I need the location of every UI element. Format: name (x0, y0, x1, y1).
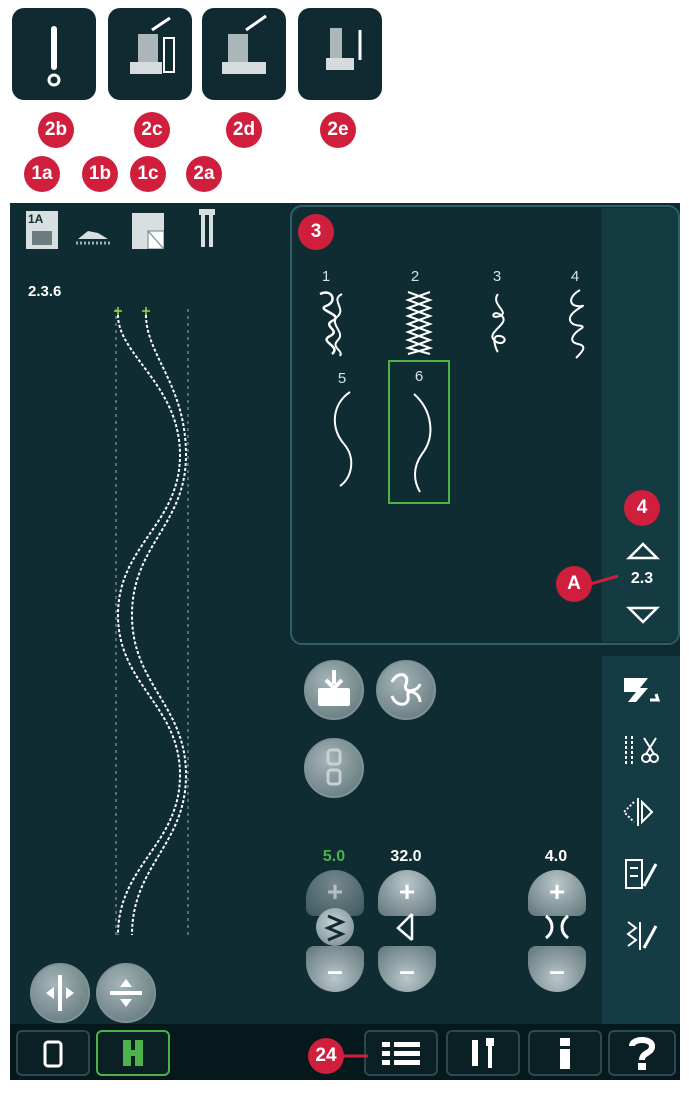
mirror-side-button[interactable] (30, 963, 90, 1023)
help-question-icon (629, 1037, 656, 1070)
stitch-creator-button[interactable] (376, 660, 436, 720)
balance-value: 4.0 (544, 848, 568, 865)
save-icon (318, 670, 350, 706)
callout-24-pointer (340, 1054, 368, 1058)
balance-minus-sign: – (549, 955, 565, 986)
tools-icon (472, 1038, 494, 1068)
width-icon (316, 908, 354, 946)
sequence-button[interactable] (304, 738, 364, 798)
settings-menu-button[interactable] (446, 1030, 520, 1076)
stitch-preview (114, 307, 189, 936)
needle-position-icon-tile (12, 8, 96, 100)
callout-1b: 1b (82, 156, 118, 192)
single-stitch-tab[interactable] (618, 856, 662, 892)
callout-4: 4 (624, 490, 660, 526)
callout-24: 24 (308, 1038, 344, 1074)
quick-help-button[interactable] (608, 1030, 676, 1076)
presser-foot-lift-icon (130, 16, 175, 74)
stitch-2[interactable] (402, 288, 436, 358)
embroidery-mode-button[interactable] (16, 1030, 90, 1076)
presser-foot-height-icon-tile (108, 8, 192, 100)
sewing-mode-button[interactable] (96, 1030, 170, 1076)
callout-2e: 2e (320, 112, 356, 148)
length-plus-sign: + (398, 876, 416, 907)
needle-icon (47, 26, 61, 87)
presser-foot-down-icon (326, 28, 362, 70)
tie-off-icon (625, 736, 659, 764)
stitch-number-1: 1 (321, 268, 331, 285)
stitch-positioning-icon (622, 798, 654, 826)
stitch-1[interactable] (312, 288, 352, 358)
callout-2b: 2b (38, 112, 74, 148)
stitch-number-6: 6 (414, 368, 424, 385)
stitch-3[interactable] (480, 292, 514, 354)
stitch-number-3: 3 (492, 268, 502, 285)
length-minus-sign: – (399, 955, 415, 986)
callout-A-pointer (590, 574, 619, 586)
balance-icon (540, 910, 574, 944)
stitch-5[interactable] (322, 388, 362, 488)
sensor-foot-icon (74, 225, 112, 245)
tie-off-tab[interactable] (618, 732, 662, 768)
stitch-6 (413, 393, 432, 493)
presser-foot-label: 1A (28, 212, 44, 226)
stitch-creator-icon (390, 673, 422, 706)
callout-2a: 2a (186, 156, 222, 192)
stitch-settings-tab[interactable] (618, 670, 662, 706)
selection-menu-button[interactable] (364, 1030, 438, 1076)
scroll-down-arrow[interactable] (626, 604, 660, 626)
stitch-editor-icon (626, 921, 658, 950)
presser-foot-up-icon-tile (202, 8, 286, 100)
callout-1a: 1a (24, 156, 60, 192)
presser-foot-down-icon-tile (298, 8, 382, 100)
sewing-mode-icon (123, 1040, 143, 1066)
single-stitch-icon (625, 859, 658, 889)
twin-needle-icon (196, 207, 218, 251)
presser-foot-up-icon (222, 14, 267, 74)
info-button[interactable] (528, 1030, 602, 1076)
stitch-preview-panel: 1A 2.3.6 (10, 203, 282, 1023)
stitch-6-selected[interactable]: 6 (388, 360, 450, 504)
stitch-number-4: 4 (570, 268, 580, 285)
stitch-editor-tab[interactable] (618, 918, 662, 954)
presser-foot-indicator[interactable]: 1A (26, 211, 58, 249)
stitch-width-value: 5.0 (322, 848, 346, 865)
info-icon (560, 1038, 570, 1069)
balance-plus-sign: + (548, 876, 566, 907)
stitch-positioning-tab[interactable] (618, 794, 662, 830)
callout-3: 3 (298, 214, 334, 250)
width-plus-sign: + (326, 876, 344, 907)
stitch-number-5: 5 (337, 370, 347, 387)
right-toolbar (602, 656, 680, 1024)
callout-2c: 2c (134, 112, 170, 148)
callout-1c: 1c (130, 156, 166, 192)
length-icon (390, 910, 424, 944)
stabilizer-icon (132, 213, 165, 250)
stitch-id-label: 2.3.6 (28, 283, 62, 300)
stitch-4[interactable] (558, 288, 592, 360)
width-minus-sign: – (327, 955, 343, 986)
stitch-number-2: 2 (410, 268, 420, 285)
scroll-up-arrow[interactable] (626, 540, 660, 562)
stitch-settings-icon (624, 678, 661, 702)
sequence-icon (326, 748, 342, 786)
menu-list-icon (382, 1042, 420, 1065)
stitch-length-value: 32.0 (390, 848, 422, 865)
callout-A: A (556, 566, 592, 602)
save-stitch-button[interactable] (304, 660, 364, 720)
embroidery-hoop-icon (43, 1040, 63, 1068)
mirror-end-button[interactable] (96, 963, 156, 1023)
callout-2d: 2d (226, 112, 262, 148)
